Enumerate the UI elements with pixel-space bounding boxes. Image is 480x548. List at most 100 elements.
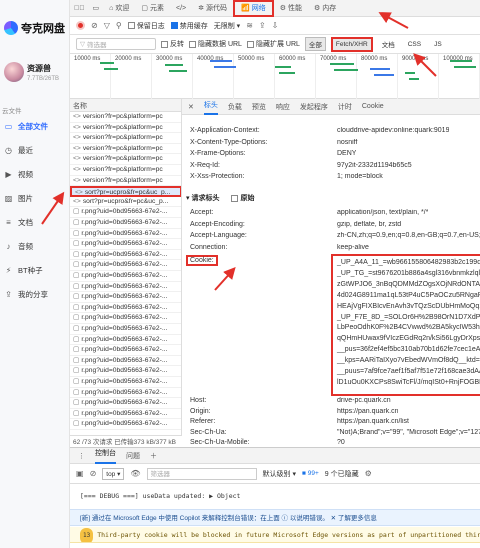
tab-console-code[interactable]: </>: [170, 0, 192, 17]
request-row[interactable]: ▢ r.png?uid=0bd95663-67e2-...: [70, 366, 181, 377]
request-row[interactable]: <> version?fr=pc&platform=pc: [70, 112, 181, 123]
request-row[interactable]: ▢ r.png?uid=0bd95663-67e2-...: [70, 356, 181, 367]
tab-response[interactable]: 响应: [276, 102, 290, 112]
eye-icon[interactable]: 👁: [130, 469, 140, 478]
clear-icon[interactable]: ⊘: [91, 21, 98, 30]
level-select[interactable]: 默认级别 ▾: [263, 469, 296, 479]
request-row[interactable]: ▢ r.png?uid=0bd95663-67e2-...: [70, 419, 181, 430]
context-select[interactable]: top ▾: [102, 467, 125, 480]
disable-cache-checkbox[interactable]: 禁用缓存: [170, 21, 208, 31]
request-row[interactable]: ▢ r.png?uid=0bd95663-67e2-...: [70, 282, 181, 293]
request-row[interactable]: ▢ r.png?uid=0bd95663-67e2-...: [70, 292, 181, 303]
request-row[interactable]: <> version?fr=pc&platform=pc: [70, 165, 181, 176]
sidebar-item-3[interactable]: ▨ 图片: [0, 188, 70, 208]
request-row[interactable]: ▢ r.png?uid=0bd95663-67e2-...: [70, 345, 181, 356]
request-row[interactable]: ▢ r.png?uid=0bd95663-67e2-...: [70, 335, 181, 346]
request-row[interactable]: <> sort?pr=ucpro&fr=pc&uc_p...: [70, 186, 181, 197]
header-value[interactable]: https://pan.quark.cn/list: [337, 418, 409, 425]
sidebar-item-6[interactable]: ⚡ BT种子: [0, 260, 70, 280]
hide-ext-urls-checkbox[interactable]: 隐藏扩展 URL: [246, 39, 300, 49]
header-value[interactable]: https://pan.quark.cn: [337, 408, 398, 415]
request-row[interactable]: ▢ r.png?uid=0bd95663-67e2-...: [70, 303, 181, 314]
close-icon[interactable]: ✕: [188, 103, 194, 111]
filter-input[interactable]: ▽ 筛选器: [76, 38, 156, 50]
header-value[interactable]: keep-alive: [337, 244, 369, 251]
request-row[interactable]: ▢ r.png?uid=0bd95663-67e2-...: [70, 239, 181, 250]
request-headers-section[interactable]: ▾ 请求标头 原始: [186, 193, 254, 203]
header-value[interactable]: clouddrive-apidev:online:quark:9019: [337, 127, 449, 134]
request-row[interactable]: ▢ r.png?uid=0bd95663-67e2-...: [70, 377, 181, 388]
chip-doc[interactable]: 文档: [378, 37, 399, 51]
request-row[interactable]: <> version?fr=pc&platform=pc: [70, 144, 181, 155]
header-value[interactable]: 97y2it-2332d1194b65c5: [337, 162, 412, 169]
tab-sources[interactable]: ✲ 源代码: [192, 0, 233, 17]
avatar[interactable]: [4, 62, 24, 82]
throttle-select[interactable]: 无限制 ▾: [214, 21, 240, 31]
import-icon[interactable]: ⇪: [259, 21, 266, 30]
request-list-header[interactable]: 名称: [70, 99, 181, 112]
sidebar-item-4[interactable]: ≡ 文档: [0, 212, 70, 232]
tab-issues[interactable]: 问题: [126, 451, 140, 461]
hide-data-urls-checkbox[interactable]: 隐藏数据 URL: [189, 39, 242, 49]
request-row[interactable]: <> version?fr=pc&platform=pc: [70, 123, 181, 134]
console-filter-input[interactable]: 筛选器: [146, 467, 257, 480]
request-row[interactable]: ▢ r.png?uid=0bd95663-67e2-...: [70, 207, 181, 218]
request-row[interactable]: ▢ r.png?uid=0bd95663-67e2-...: [70, 398, 181, 409]
request-row[interactable]: ▢ r.png?uid=0bd95663-67e2-...: [70, 271, 181, 282]
tab-performance[interactable]: ⚙ 性能: [274, 0, 308, 17]
request-row[interactable]: ▢ r.png?uid=0bd95663-67e2-...: [70, 250, 181, 261]
request-row[interactable]: <> version?fr=pc&platform=pc: [70, 133, 181, 144]
request-row[interactable]: ▢ r.png?uid=0bd95663-67e2-...: [70, 229, 181, 240]
request-row[interactable]: ▢ r.png?uid=0bd95663-67e2-...: [70, 324, 181, 335]
tab-initiator[interactable]: 发起程序: [300, 102, 328, 112]
header-value[interactable]: ?0: [337, 439, 345, 446]
header-value[interactable]: drive-pc.quark.cn: [337, 397, 391, 404]
tab-preview[interactable]: 预览: [252, 102, 266, 112]
sidebar-toggle-icon[interactable]: ▣: [76, 469, 84, 478]
invert-checkbox[interactable]: 反转: [161, 39, 184, 49]
tab-headers[interactable]: 标头: [203, 99, 218, 115]
request-row[interactable]: <> sort?pr=ucpro&fr=pc&uc_p...: [70, 197, 181, 208]
request-row[interactable]: ▢ r.png?uid=0bd95663-67e2-...: [70, 388, 181, 399]
tab-network[interactable]: 📶 网络: [232, 0, 274, 17]
filter-icon[interactable]: ▽: [104, 21, 110, 30]
header-value[interactable]: 1; mode=block: [337, 173, 383, 180]
tab-console[interactable]: 控制台: [95, 447, 116, 464]
request-row[interactable]: ▢ r.png?uid=0bd95663-67e2-...: [70, 409, 181, 420]
tab-cookie[interactable]: Cookie: [362, 103, 384, 110]
request-row[interactable]: <> version?fr=pc&platform=pc: [70, 176, 181, 187]
user-name[interactable]: 资源兽: [27, 63, 51, 74]
tab-payload[interactable]: 负载: [228, 102, 242, 112]
add-tab-icon[interactable]: ＋: [150, 451, 157, 461]
tab-memory[interactable]: ⚙ 内存: [308, 0, 342, 17]
request-row[interactable]: ▢ r.png?uid=0bd95663-67e2-...: [70, 260, 181, 271]
header-value[interactable]: application/json, text/plain, */*: [337, 209, 428, 216]
chip-js[interactable]: JS: [430, 39, 446, 50]
request-row[interactable]: ▢ r.png?uid=0bd95663-67e2-...: [70, 218, 181, 229]
chip-css[interactable]: CSS: [404, 39, 425, 50]
console-info-line[interactable]: [新] 通过在 Microsoft Edge 中使用 Copilot 来解释控制…: [70, 509, 480, 526]
tab-timing[interactable]: 计时: [338, 102, 352, 112]
record-button[interactable]: [76, 21, 85, 30]
header-value[interactable]: zh-CN,zh;q=0.9,en;q=0.8,en-GB;q=0.7,en-U…: [337, 232, 480, 239]
devtools-menu-icon[interactable]: ⋮⃞: [70, 0, 89, 17]
network-timeline[interactable]: 10000 ms 20000 ms 30000 ms 40000 ms 50000 ms…: [70, 54, 480, 99]
app-logo[interactable]: 夸克网盘: [4, 18, 68, 38]
issues-badge[interactable]: ■ 99+: [302, 470, 319, 477]
chip-fetch-xhr[interactable]: Fetch/XHR: [330, 36, 373, 52]
console-settings-icon[interactable]: ⚙: [365, 469, 372, 478]
sidebar-item-5[interactable]: ♪ 音频: [0, 236, 70, 256]
sidebar-item-0[interactable]: ▭ 全部文件: [0, 116, 70, 136]
device-toggle-icon[interactable]: ▭: [89, 0, 104, 17]
header-value[interactable]: DENY: [337, 150, 356, 157]
sidebar-item-2[interactable]: ▶ 视频: [0, 164, 70, 184]
header-value[interactable]: nosniff: [337, 139, 358, 146]
drawer-menu-icon[interactable]: ⋮: [78, 452, 85, 460]
console-warning-line[interactable]: 13 Third-party cookie will be blocked in …: [70, 527, 480, 543]
header-value[interactable]: "Not)A;Brand";v="99", "Microsoft Edge";v…: [337, 429, 480, 436]
sidebar-item-7[interactable]: ⇪ 我的分享: [0, 284, 70, 304]
tab-welcome[interactable]: ⌂ 欢迎: [103, 0, 135, 17]
console-debug-line[interactable]: [=== DEBUG ===] useData updated: ▶ Objec…: [70, 492, 480, 506]
request-row[interactable]: <> version?fr=pc&platform=pc: [70, 154, 181, 165]
preserve-log-checkbox[interactable]: 保留日志: [127, 21, 165, 31]
